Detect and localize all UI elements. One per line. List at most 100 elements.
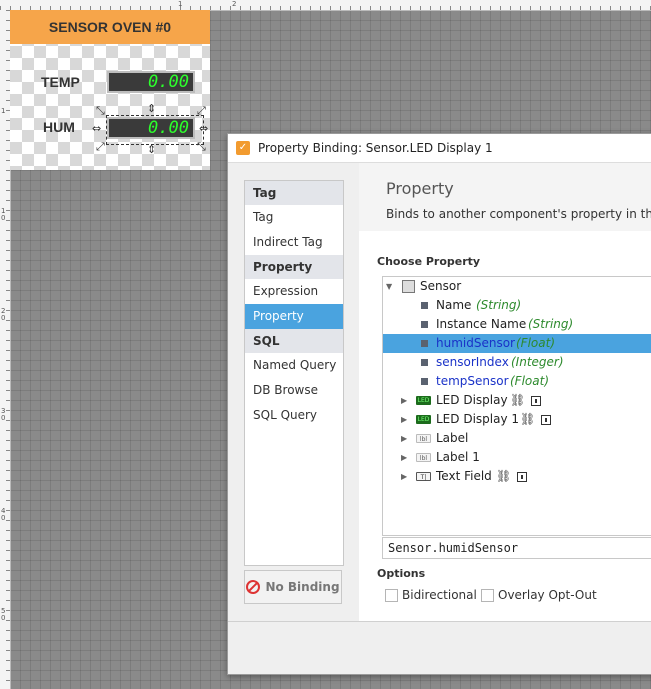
led-display-icon: LED <box>416 396 431 405</box>
resize-handle-se-icon[interactable]: ⤡ <box>197 141 206 152</box>
property-type: (Integer) <box>511 355 564 369</box>
tree-row-property[interactable]: Name (String) <box>383 296 651 315</box>
temp-led-display[interactable]: 0.00 <box>107 71 195 93</box>
nav-section-tag: Tag <box>245 181 343 205</box>
footer-divider <box>228 621 651 622</box>
nav-item-indirect-tag[interactable]: Indirect Tag <box>245 230 343 255</box>
expand-arrow-icon[interactable]: ▶ <box>401 410 407 429</box>
binding-icon <box>517 472 527 482</box>
property-name: sensorIndex <box>436 355 509 369</box>
bidirectional-checkbox[interactable] <box>385 589 398 602</box>
resize-handle-s-icon[interactable]: ⇕ <box>147 144 156 155</box>
property-path-field[interactable]: Sensor.humidSensor <box>382 537 651 559</box>
property-icon <box>421 378 428 385</box>
expand-arrow-icon[interactable]: ▶ <box>401 391 407 410</box>
ruler-mark: 1 <box>1 107 6 115</box>
nav-section-sql: SQL <box>245 329 343 353</box>
ruler-mark: 2 <box>232 0 237 8</box>
resize-handle-w-icon[interactable]: ⇔ <box>92 123 101 134</box>
sensor-component-icon <box>402 280 415 293</box>
component-name: LED Display 1 <box>436 412 520 426</box>
ruler-mark: 40 <box>1 507 6 522</box>
property-binding-dialog: ✓ Property Binding: Sensor.LED Display 1… <box>227 133 651 675</box>
ruler-mark: 50 <box>1 607 6 622</box>
tree-row-component[interactable]: ▶ LED LED Display ⛓ <box>383 391 651 410</box>
tree-root-label: Sensor <box>420 279 462 293</box>
property-icon <box>421 340 428 347</box>
component-name: LED Display <box>436 393 508 407</box>
property-type: (String) <box>476 298 522 312</box>
property-icon <box>421 302 428 309</box>
property-name: Instance Name <box>436 317 527 331</box>
ruler-mark: 30 <box>1 407 6 422</box>
property-tree[interactable]: ▼ Sensor Name (String) Instance Name (St… <box>382 276 651 536</box>
nav-item-expression[interactable]: Expression <box>245 279 343 304</box>
tree-row-property-selected[interactable]: humidSensor (Float) <box>383 334 651 353</box>
property-name: tempSensor <box>436 374 509 388</box>
bidirectional-label: Bidirectional <box>402 588 477 602</box>
component-name: Text Field <box>436 469 492 483</box>
nav-item-property[interactable]: Property <box>245 304 343 329</box>
no-binding-button[interactable]: No Binding <box>244 570 342 604</box>
hum-label: HUM <box>43 119 75 135</box>
binding-icon <box>531 396 541 406</box>
component-name: Label <box>436 431 469 445</box>
selection-outline <box>106 115 204 145</box>
collapse-arrow-icon[interactable]: ▼ <box>386 277 392 296</box>
dialog-title: Property Binding: Sensor.LED Display 1 <box>258 141 493 155</box>
panel-description: Binds to another component's property in… <box>386 207 651 221</box>
binding-type-list: Tag Tag Indirect Tag Property Expression… <box>244 180 344 566</box>
resize-handle-n-icon[interactable]: ⇕ <box>147 103 156 114</box>
tree-row-property[interactable]: sensorIndex (Integer) <box>383 353 651 372</box>
no-binding-icon <box>246 580 261 594</box>
nav-section-property: Property <box>245 255 343 279</box>
component-name: Label 1 <box>436 450 480 464</box>
led-display-icon: LED <box>416 415 431 424</box>
tree-row-component[interactable]: ▶ LED LED Display 1 ⛓ <box>383 410 651 429</box>
tree-row-property[interactable]: tempSensor (Float) <box>383 372 651 391</box>
expand-arrow-icon[interactable]: ▶ <box>401 467 407 486</box>
link-icon: ⛓ <box>496 469 512 483</box>
text-field-icon: T| <box>416 472 431 481</box>
label-icon: lbl <box>416 453 431 462</box>
choose-property-label: Choose Property <box>377 255 481 268</box>
resize-handle-nw-icon[interactable]: ⤡ <box>96 105 105 116</box>
nav-item-named-query[interactable]: Named Query <box>245 353 343 378</box>
sensor-template[interactable]: SENSOR OVEN #0 TEMP 0.00 HUM 0.00 ⤡ ⇕ ⤢ … <box>10 10 210 170</box>
overlay-opt-out-checkbox[interactable] <box>481 589 494 602</box>
dialog-titlebar[interactable]: ✓ Property Binding: Sensor.LED Display 1 <box>228 134 651 163</box>
resize-handle-e-icon[interactable]: ⇔ <box>199 123 208 134</box>
tree-row-component[interactable]: ▶ lbl Label <box>383 429 651 448</box>
property-name: Name <box>436 298 472 312</box>
nav-item-db-browse[interactable]: DB Browse <box>245 378 343 403</box>
property-name: humidSensor <box>436 336 515 350</box>
link-icon: ⛓ <box>520 412 536 426</box>
resize-handle-sw-icon[interactable]: ⤢ <box>96 141 105 152</box>
link-icon: ⛓ <box>510 393 526 407</box>
nav-item-sql-query[interactable]: SQL Query <box>245 403 343 428</box>
tree-row-component[interactable]: ▶ lbl Label 1 <box>383 448 651 467</box>
panel-title: Property <box>386 179 454 198</box>
options-label: Options <box>377 567 426 580</box>
temp-label: TEMP <box>41 74 80 90</box>
tree-row-component[interactable]: ▶ T| Text Field ⛓ <box>383 467 651 486</box>
expand-arrow-icon[interactable]: ▶ <box>401 429 407 448</box>
overlay-opt-out-label: Overlay Opt-Out <box>498 588 597 602</box>
tree-row-property[interactable]: Instance Name (String) <box>383 315 651 334</box>
template-title: SENSOR OVEN #0 <box>10 10 210 44</box>
property-icon <box>421 321 428 328</box>
label-icon: lbl <box>416 434 431 443</box>
property-type: (String) <box>528 317 574 331</box>
binding-app-icon: ✓ <box>236 141 250 155</box>
ruler-mark: 20 <box>1 307 6 322</box>
ruler-mark: 1 <box>178 0 183 8</box>
property-type: (Float) <box>510 374 549 388</box>
ruler-mark: 10 <box>1 207 6 222</box>
resize-handle-ne-icon[interactable]: ⤢ <box>197 105 206 116</box>
tree-row-root[interactable]: ▼ Sensor <box>383 277 651 296</box>
expand-arrow-icon[interactable]: ▶ <box>401 448 407 467</box>
binding-icon <box>541 415 551 425</box>
nav-item-tag[interactable]: Tag <box>245 205 343 230</box>
no-binding-label: No Binding <box>265 580 340 594</box>
property-icon <box>421 359 428 366</box>
